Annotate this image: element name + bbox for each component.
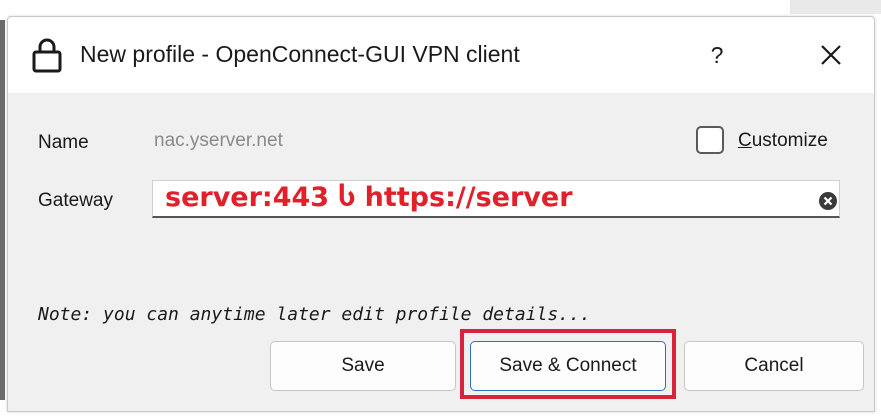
title-bar[interactable]: New profile - OpenConnect-GUI VPN client… — [8, 17, 874, 93]
window-title: New profile - OpenConnect-GUI VPN client — [80, 41, 520, 67]
customize-checkbox[interactable] — [696, 126, 724, 154]
customize-label-text: ustomize — [751, 130, 828, 151]
save-button[interactable]: Save — [270, 341, 456, 391]
customize-label[interactable]: Customize — [738, 129, 828, 153]
screenshot-canvas: New profile - OpenConnect-GUI VPN client… — [0, 0, 881, 416]
help-button[interactable]: ? — [694, 35, 740, 75]
clear-icon[interactable] — [818, 191, 838, 211]
customize-mnemonic: C — [738, 130, 752, 151]
note-text: Note: you can anytime later edit profile… — [38, 304, 591, 325]
gateway-input[interactable]: server:443 Ⴑ https://server — [152, 180, 840, 218]
name-field[interactable]: nac.yserver.net — [148, 127, 678, 155]
new-profile-dialog: New profile - OpenConnect-GUI VPN client… — [7, 16, 875, 412]
name-label: Name — [38, 132, 89, 153]
gateway-label: Gateway — [38, 190, 113, 211]
background-window-strip — [790, 0, 881, 14]
background-window-edge — [0, 20, 5, 400]
close-icon[interactable] — [808, 35, 854, 75]
highlight-box — [460, 329, 676, 399]
lock-icon — [32, 38, 62, 73]
gateway-annotation-text: server:443 Ⴑ https://server — [165, 182, 573, 213]
cancel-button[interactable]: Cancel — [684, 341, 864, 391]
